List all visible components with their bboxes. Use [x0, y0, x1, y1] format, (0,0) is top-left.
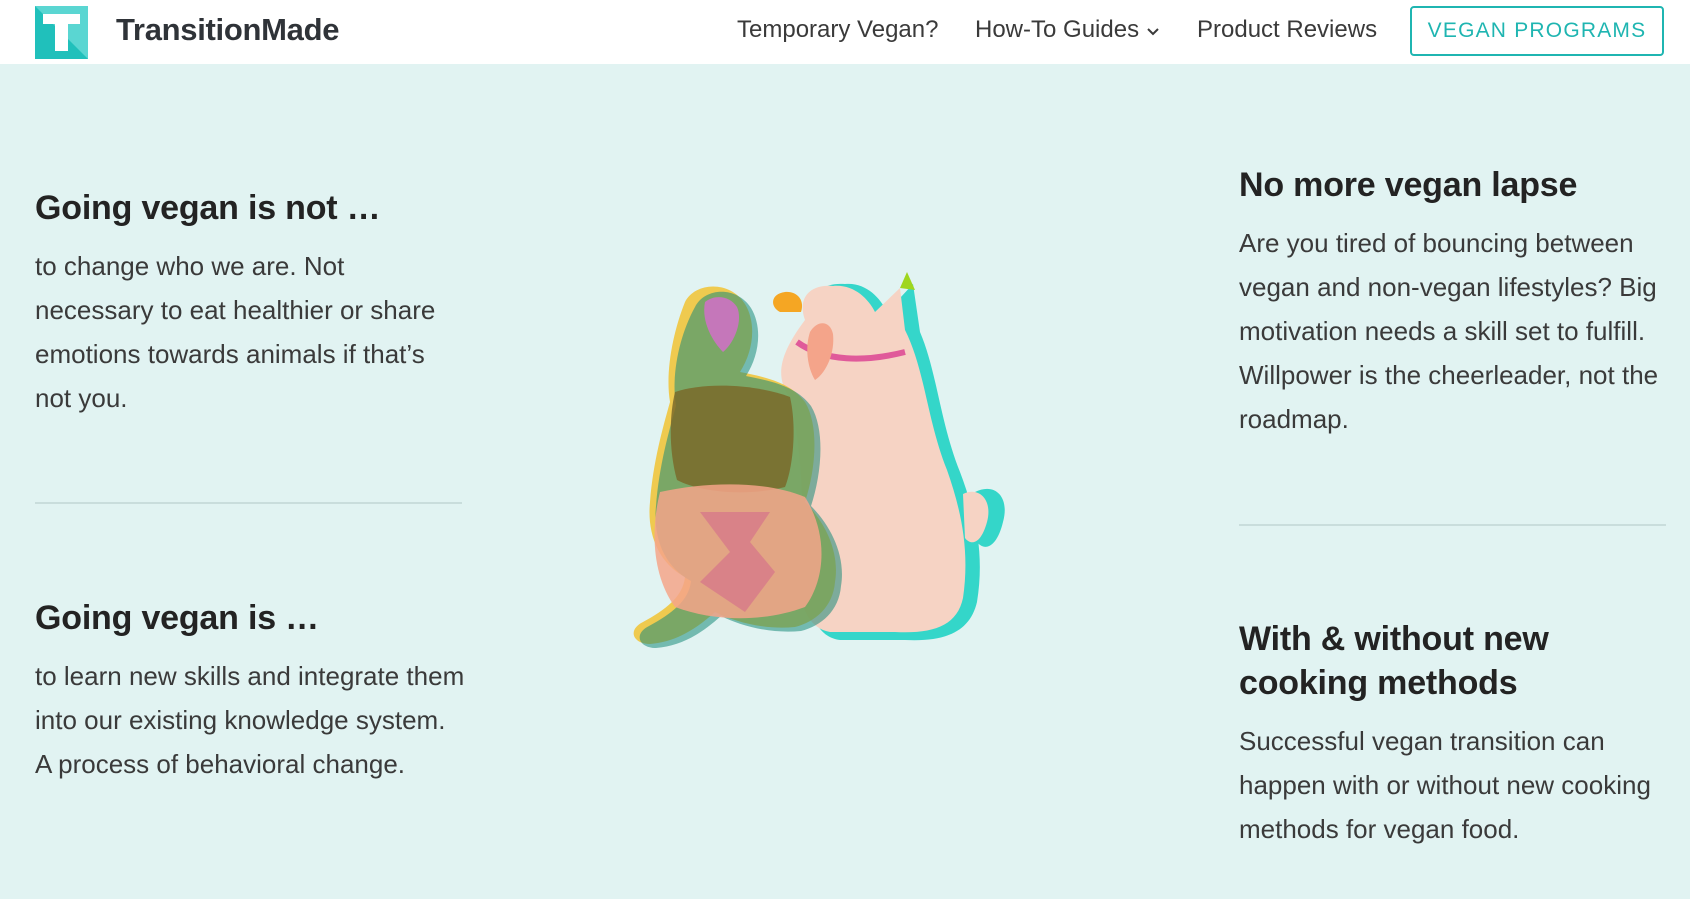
nav-temporary-vegan[interactable]: Temporary Vegan?: [737, 14, 938, 46]
section-going-vegan-is: Going vegan is … to learn new skills and…: [35, 596, 465, 786]
divider: [1239, 524, 1666, 526]
brand-name[interactable]: TransitionMade: [116, 10, 339, 50]
section-body: Are you tired of bouncing between vegan …: [1239, 228, 1659, 434]
section-title: No more vegan lapse: [1239, 166, 1578, 204]
vegan-programs-button[interactable]: VEGAN PROGRAMS: [1410, 6, 1664, 56]
logo-t-icon[interactable]: [35, 6, 88, 59]
nav-how-to-guides-label: How-To Guides: [975, 16, 1140, 43]
section-cooking-methods: With & without new cooking methods Succe…: [1239, 617, 1659, 851]
person-and-dog-illustration: [633, 272, 1005, 648]
section-no-more-vegan-lapse: No more vegan lapse Are you tired of bou…: [1239, 163, 1669, 441]
section-body: Successful vegan transition can happen w…: [1239, 726, 1651, 844]
section-body: to change who we are. Not necessary to e…: [35, 251, 436, 413]
section-body: to learn new skills and integrate them i…: [35, 661, 465, 779]
divider: [35, 502, 462, 504]
nav-how-to-guides[interactable]: How-To Guides: [975, 14, 1161, 46]
section-title: Going vegan is not …: [35, 189, 381, 227]
section-title: Going vegan is …: [35, 599, 319, 637]
chevron-down-icon: [1147, 27, 1159, 36]
section-going-vegan-is-not: Going vegan is not … to change who we ar…: [35, 186, 465, 420]
section-title: With & without new cooking methods: [1239, 620, 1549, 702]
nav-product-reviews[interactable]: Product Reviews: [1197, 14, 1377, 46]
site-header: TransitionMade Temporary Vegan? How-To G…: [0, 0, 1690, 64]
